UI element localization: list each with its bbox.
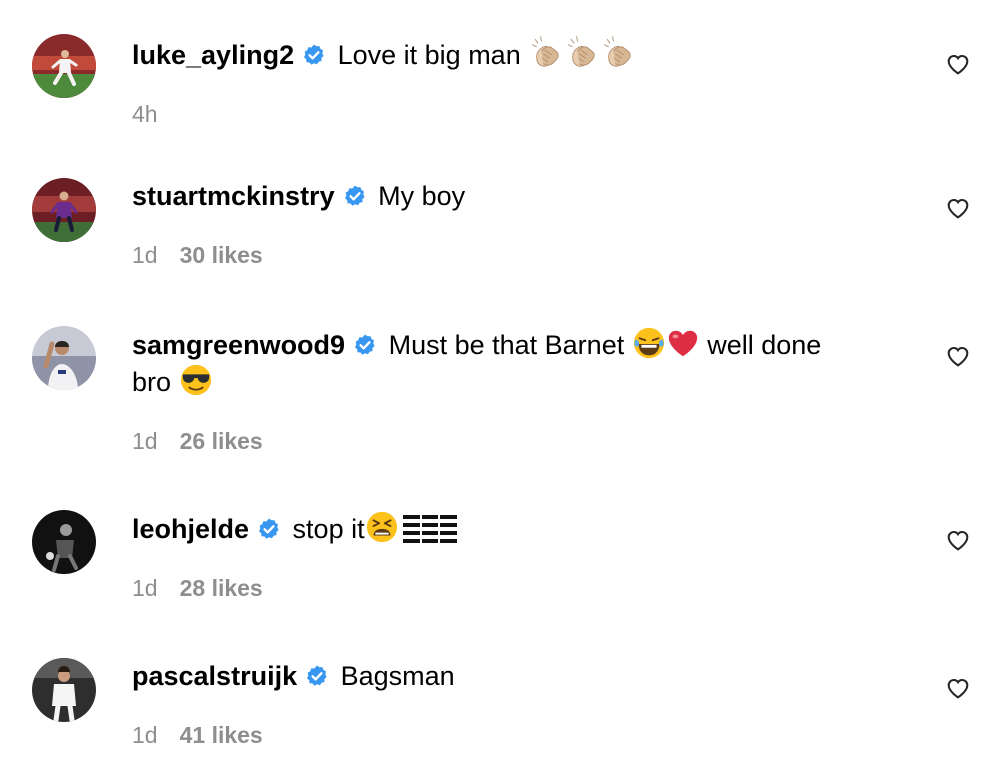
comment-meta: 4h	[132, 99, 892, 129]
comments-list: luke_ayling2 Love it big man 4h stuartmc…	[0, 0, 998, 780]
comment-meta: 1d 26 likes	[132, 426, 892, 456]
tears-of-joy-icon	[632, 326, 666, 360]
verified-badge-icon	[257, 517, 281, 541]
likes-count[interactable]: 30 likes	[180, 242, 263, 268]
comment-body: Love it big man	[337, 40, 521, 70]
comment-text: leohjelde stop it	[132, 510, 892, 547]
username-link[interactable]: stuartmckinstry	[132, 181, 335, 211]
verified-badge-icon	[353, 333, 377, 357]
avatar[interactable]	[32, 510, 96, 574]
comment-body: bro	[132, 367, 172, 397]
comment-body: well done	[707, 330, 822, 360]
comment-time[interactable]: 1d	[132, 722, 158, 748]
verified-badge-icon	[302, 43, 326, 67]
comment-meta: 1d 30 likes	[132, 240, 892, 270]
comment-text: pascalstruijk Bagsman	[132, 658, 892, 694]
red-heart-icon	[666, 326, 700, 360]
likes-count[interactable]: 26 likes	[180, 428, 263, 454]
like-heart-icon[interactable]	[945, 675, 971, 701]
comment-time[interactable]: 4h	[132, 101, 158, 127]
tired-face-icon	[365, 510, 399, 544]
avatar[interactable]	[32, 326, 96, 390]
username-link[interactable]: luke_ayling2	[132, 40, 294, 70]
clapping-hands-icon	[528, 34, 564, 70]
likes-count[interactable]: 41 likes	[180, 722, 263, 748]
like-heart-icon[interactable]	[945, 527, 971, 553]
like-heart-icon[interactable]	[945, 51, 971, 77]
verified-badge-icon	[305, 664, 329, 688]
like-heart-icon[interactable]	[945, 343, 971, 369]
likes-count[interactable]: 28 likes	[180, 575, 263, 601]
comment-body: Must be that Barnet	[388, 330, 625, 360]
bars-icon	[403, 514, 457, 544]
comment-text: samgreenwood9 Must be that Barnet well d…	[132, 326, 892, 400]
avatar[interactable]	[32, 178, 96, 242]
username-link[interactable]: leohjelde	[132, 514, 249, 544]
comment-meta: 1d 28 likes	[132, 573, 892, 603]
avatar[interactable]	[32, 34, 96, 98]
comment-text: stuartmckinstry My boy	[132, 178, 892, 214]
clapping-hands-icon	[600, 34, 636, 70]
comment-body: stop it	[292, 514, 365, 544]
verified-badge-icon	[343, 184, 367, 208]
comment-meta: 1d 41 likes	[132, 720, 892, 750]
like-heart-icon[interactable]	[945, 195, 971, 221]
comment-text: luke_ayling2 Love it big man	[132, 34, 892, 73]
comment-time[interactable]: 1d	[132, 575, 158, 601]
comment-body: Bagsman	[340, 661, 455, 691]
sunglasses-face-icon	[179, 363, 213, 397]
comment-time[interactable]: 1d	[132, 428, 158, 454]
username-link[interactable]: samgreenwood9	[132, 330, 345, 360]
avatar[interactable]	[32, 658, 96, 722]
comment-time[interactable]: 1d	[132, 242, 158, 268]
clapping-hands-icon	[564, 34, 600, 70]
username-link[interactable]: pascalstruijk	[132, 661, 297, 691]
comment-body: My boy	[378, 181, 466, 211]
